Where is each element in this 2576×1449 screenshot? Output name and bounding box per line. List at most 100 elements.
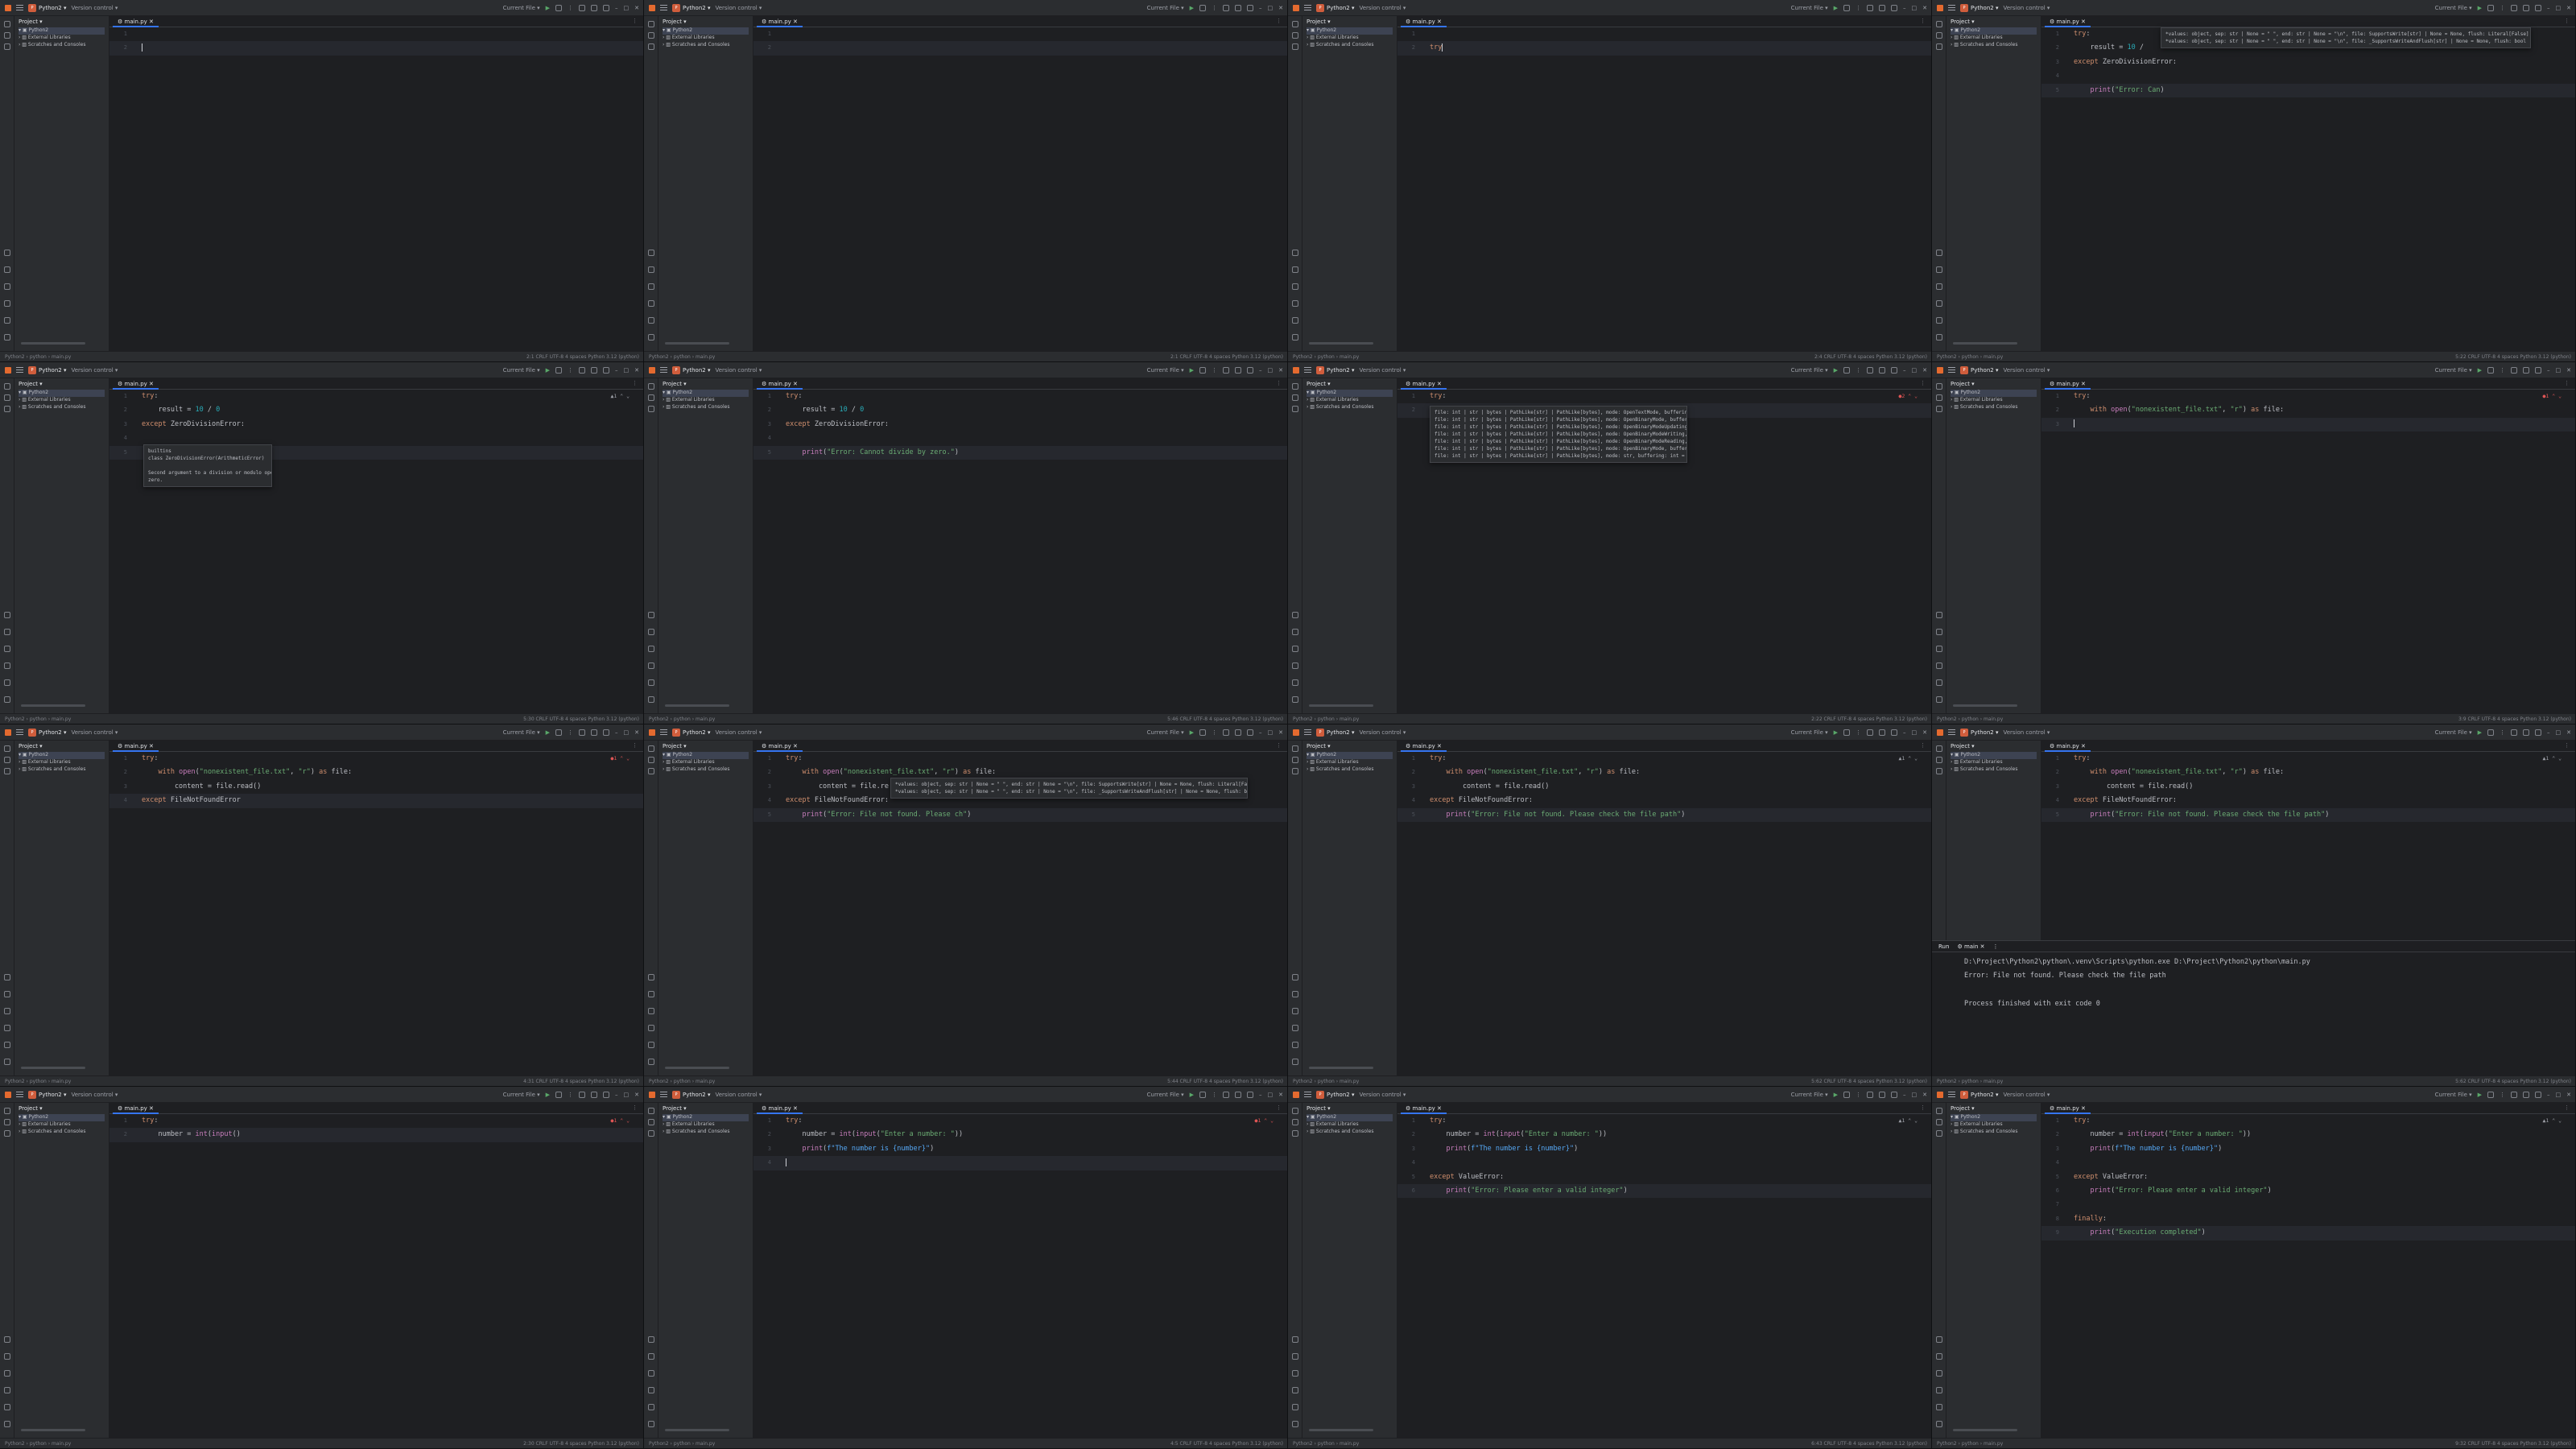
main-menu-icon[interactable] bbox=[16, 1092, 23, 1097]
project-selector[interactable]: P Python2 ▾ bbox=[1316, 728, 1354, 737]
more-tools-icon[interactable] bbox=[1292, 768, 1298, 774]
search-icon[interactable] bbox=[1879, 366, 1885, 374]
more-icon[interactable]: ⋮ bbox=[568, 367, 573, 374]
run-icon[interactable]: ▶ bbox=[1834, 5, 1838, 11]
project-tool-icon[interactable] bbox=[648, 21, 654, 27]
tab-options-icon[interactable]: ⋮ bbox=[1920, 18, 1926, 24]
version-control-icon[interactable] bbox=[4, 334, 10, 341]
settings-icon[interactable] bbox=[1891, 1091, 1897, 1098]
main-menu-icon[interactable] bbox=[1948, 367, 1955, 373]
project-tree-item[interactable]: › ▥ External Libraries bbox=[19, 1121, 105, 1129]
python-packages-icon[interactable] bbox=[1292, 250, 1298, 256]
vcs-menu[interactable]: Version control ▾ bbox=[71, 5, 118, 11]
project-tree-item[interactable]: › ▥ External Libraries bbox=[19, 35, 105, 42]
run-icon[interactable]: ▶ bbox=[546, 1092, 550, 1098]
structure-tool-icon[interactable] bbox=[648, 1119, 654, 1125]
project-tool-icon[interactable] bbox=[1936, 383, 1942, 390]
code-area[interactable]: 1 try: 2 number = int(input("Enter a numbe… bbox=[2041, 1114, 2575, 1438]
vcs-menu[interactable]: Version control ▾ bbox=[71, 367, 118, 374]
python-console-icon[interactable] bbox=[1936, 266, 1942, 273]
project-selector[interactable]: P Python2 ▾ bbox=[1960, 728, 1998, 737]
tab-options-icon[interactable]: ⋮ bbox=[632, 18, 638, 24]
user-icon[interactable] bbox=[1867, 4, 1873, 11]
project-tool-icon[interactable] bbox=[1936, 745, 1942, 752]
run-icon[interactable]: ▶ bbox=[546, 5, 550, 11]
run-config-selector[interactable]: Current File ▾ bbox=[2435, 1092, 2472, 1098]
breadcrumb[interactable]: Python2 › python › main.py bbox=[5, 354, 71, 360]
project-tree-item[interactable]: › ▥ Scratches and Consoles bbox=[1951, 1129, 2037, 1136]
more-icon[interactable]: ⋮ bbox=[2500, 729, 2505, 736]
run-icon[interactable]: ▶ bbox=[1190, 1092, 1194, 1098]
python-console-icon[interactable] bbox=[4, 991, 10, 997]
vcs-menu[interactable]: Version control ▾ bbox=[1359, 5, 1406, 11]
settings-icon[interactable] bbox=[1247, 729, 1253, 736]
breadcrumb[interactable]: Python2 › python › main.py bbox=[649, 354, 715, 360]
more-icon[interactable]: ⋮ bbox=[2500, 367, 2505, 374]
minimize-icon[interactable]: – bbox=[1903, 5, 1906, 11]
run-config-selector[interactable]: Current File ▾ bbox=[2435, 5, 2472, 11]
python-packages-icon[interactable] bbox=[1936, 1336, 1942, 1343]
search-icon[interactable] bbox=[591, 366, 597, 374]
more-tools-icon[interactable] bbox=[4, 1130, 10, 1137]
structure-tool-icon[interactable] bbox=[1936, 1119, 1942, 1125]
horizontal-scrollbar[interactable] bbox=[665, 1429, 729, 1431]
settings-icon[interactable] bbox=[1247, 1091, 1253, 1098]
main-menu-icon[interactable] bbox=[660, 729, 667, 735]
version-control-icon[interactable] bbox=[648, 1059, 654, 1065]
version-control-icon[interactable] bbox=[4, 696, 10, 703]
problems-icon[interactable] bbox=[4, 317, 10, 324]
more-tools-icon[interactable] bbox=[1936, 1130, 1942, 1137]
inspection-widget[interactable]: ●1 ⌃ ⌄ bbox=[1255, 1117, 1274, 1124]
project-tree-item[interactable]: › ▥ External Libraries bbox=[1951, 759, 2037, 766]
project-tool-icon[interactable] bbox=[4, 1108, 10, 1114]
main-menu-icon[interactable] bbox=[660, 1092, 667, 1097]
user-icon[interactable] bbox=[579, 366, 585, 374]
tab-options-icon[interactable]: ⋮ bbox=[632, 1104, 638, 1111]
project-tree-item[interactable]: › ▥ Scratches and Consoles bbox=[1307, 404, 1393, 411]
project-tree-item[interactable]: › ▥ External Libraries bbox=[1951, 1121, 2037, 1129]
project-tree-item[interactable]: ▾ ▣ Python2 bbox=[1951, 390, 2037, 397]
project-tree-item[interactable]: ▾ ▣ Python2 bbox=[1307, 752, 1393, 759]
run-icon[interactable]: ▶ bbox=[2478, 5, 2482, 11]
search-icon[interactable] bbox=[2523, 366, 2529, 374]
vcs-menu[interactable]: Version control ▾ bbox=[71, 1092, 118, 1098]
settings-icon[interactable] bbox=[1247, 366, 1253, 374]
vcs-menu[interactable]: Version control ▾ bbox=[715, 367, 762, 374]
project-selector[interactable]: P Python2 ▾ bbox=[28, 365, 66, 374]
main-menu-icon[interactable] bbox=[16, 367, 23, 373]
debug-icon[interactable] bbox=[1843, 366, 1850, 374]
project-tree-item[interactable]: › ▥ External Libraries bbox=[19, 759, 105, 766]
more-tools-icon[interactable] bbox=[1292, 1130, 1298, 1137]
services-icon[interactable] bbox=[1936, 646, 1942, 652]
run-icon[interactable]: ▶ bbox=[2478, 729, 2482, 736]
user-icon[interactable] bbox=[1223, 366, 1229, 374]
breadcrumb[interactable]: Python2 › python › main.py bbox=[1293, 1079, 1359, 1084]
tab-options-icon[interactable]: ⋮ bbox=[2564, 742, 2570, 749]
project-selector[interactable]: P Python2 ▾ bbox=[28, 3, 66, 12]
code-area[interactable]: 12 bbox=[109, 27, 643, 351]
run-icon[interactable]: ▶ bbox=[1834, 367, 1838, 374]
close-icon[interactable]: ✕ bbox=[634, 5, 639, 11]
terminal-icon[interactable] bbox=[1292, 663, 1298, 669]
inspection-widget[interactable]: ●2 ⌃ ⌄ bbox=[1899, 393, 1918, 399]
close-icon[interactable]: ✕ bbox=[2566, 729, 2571, 736]
code-area[interactable]: 1 try: 2 result = 10 / 3 except ZeroDivisio… bbox=[2041, 27, 2575, 351]
run-config-selector[interactable]: Current File ▾ bbox=[2435, 367, 2472, 374]
more-tools-icon[interactable] bbox=[1292, 43, 1298, 50]
project-selector[interactable]: P Python2 ▾ bbox=[1316, 1090, 1354, 1099]
minimize-icon[interactable]: – bbox=[615, 367, 618, 374]
breadcrumb[interactable]: Python2 › python › main.py bbox=[649, 1079, 715, 1084]
more-icon[interactable]: ⋮ bbox=[2500, 1092, 2505, 1098]
more-icon[interactable]: ⋮ bbox=[1856, 5, 1861, 11]
horizontal-scrollbar[interactable] bbox=[1309, 1429, 1373, 1431]
settings-icon[interactable] bbox=[1891, 4, 1897, 11]
run-icon[interactable]: ▶ bbox=[1190, 729, 1194, 736]
project-tree-item[interactable]: › ▥ Scratches and Consoles bbox=[1951, 766, 2037, 774]
project-tree-item[interactable]: › ▥ External Libraries bbox=[1951, 35, 2037, 42]
horizontal-scrollbar[interactable] bbox=[21, 1429, 85, 1431]
search-icon[interactable] bbox=[2523, 4, 2529, 11]
python-packages-icon[interactable] bbox=[648, 250, 654, 256]
horizontal-scrollbar[interactable] bbox=[665, 704, 729, 707]
project-tree-item[interactable]: › ▥ Scratches and Consoles bbox=[1951, 404, 2037, 411]
tab-options-icon[interactable]: ⋮ bbox=[1276, 1104, 1282, 1111]
